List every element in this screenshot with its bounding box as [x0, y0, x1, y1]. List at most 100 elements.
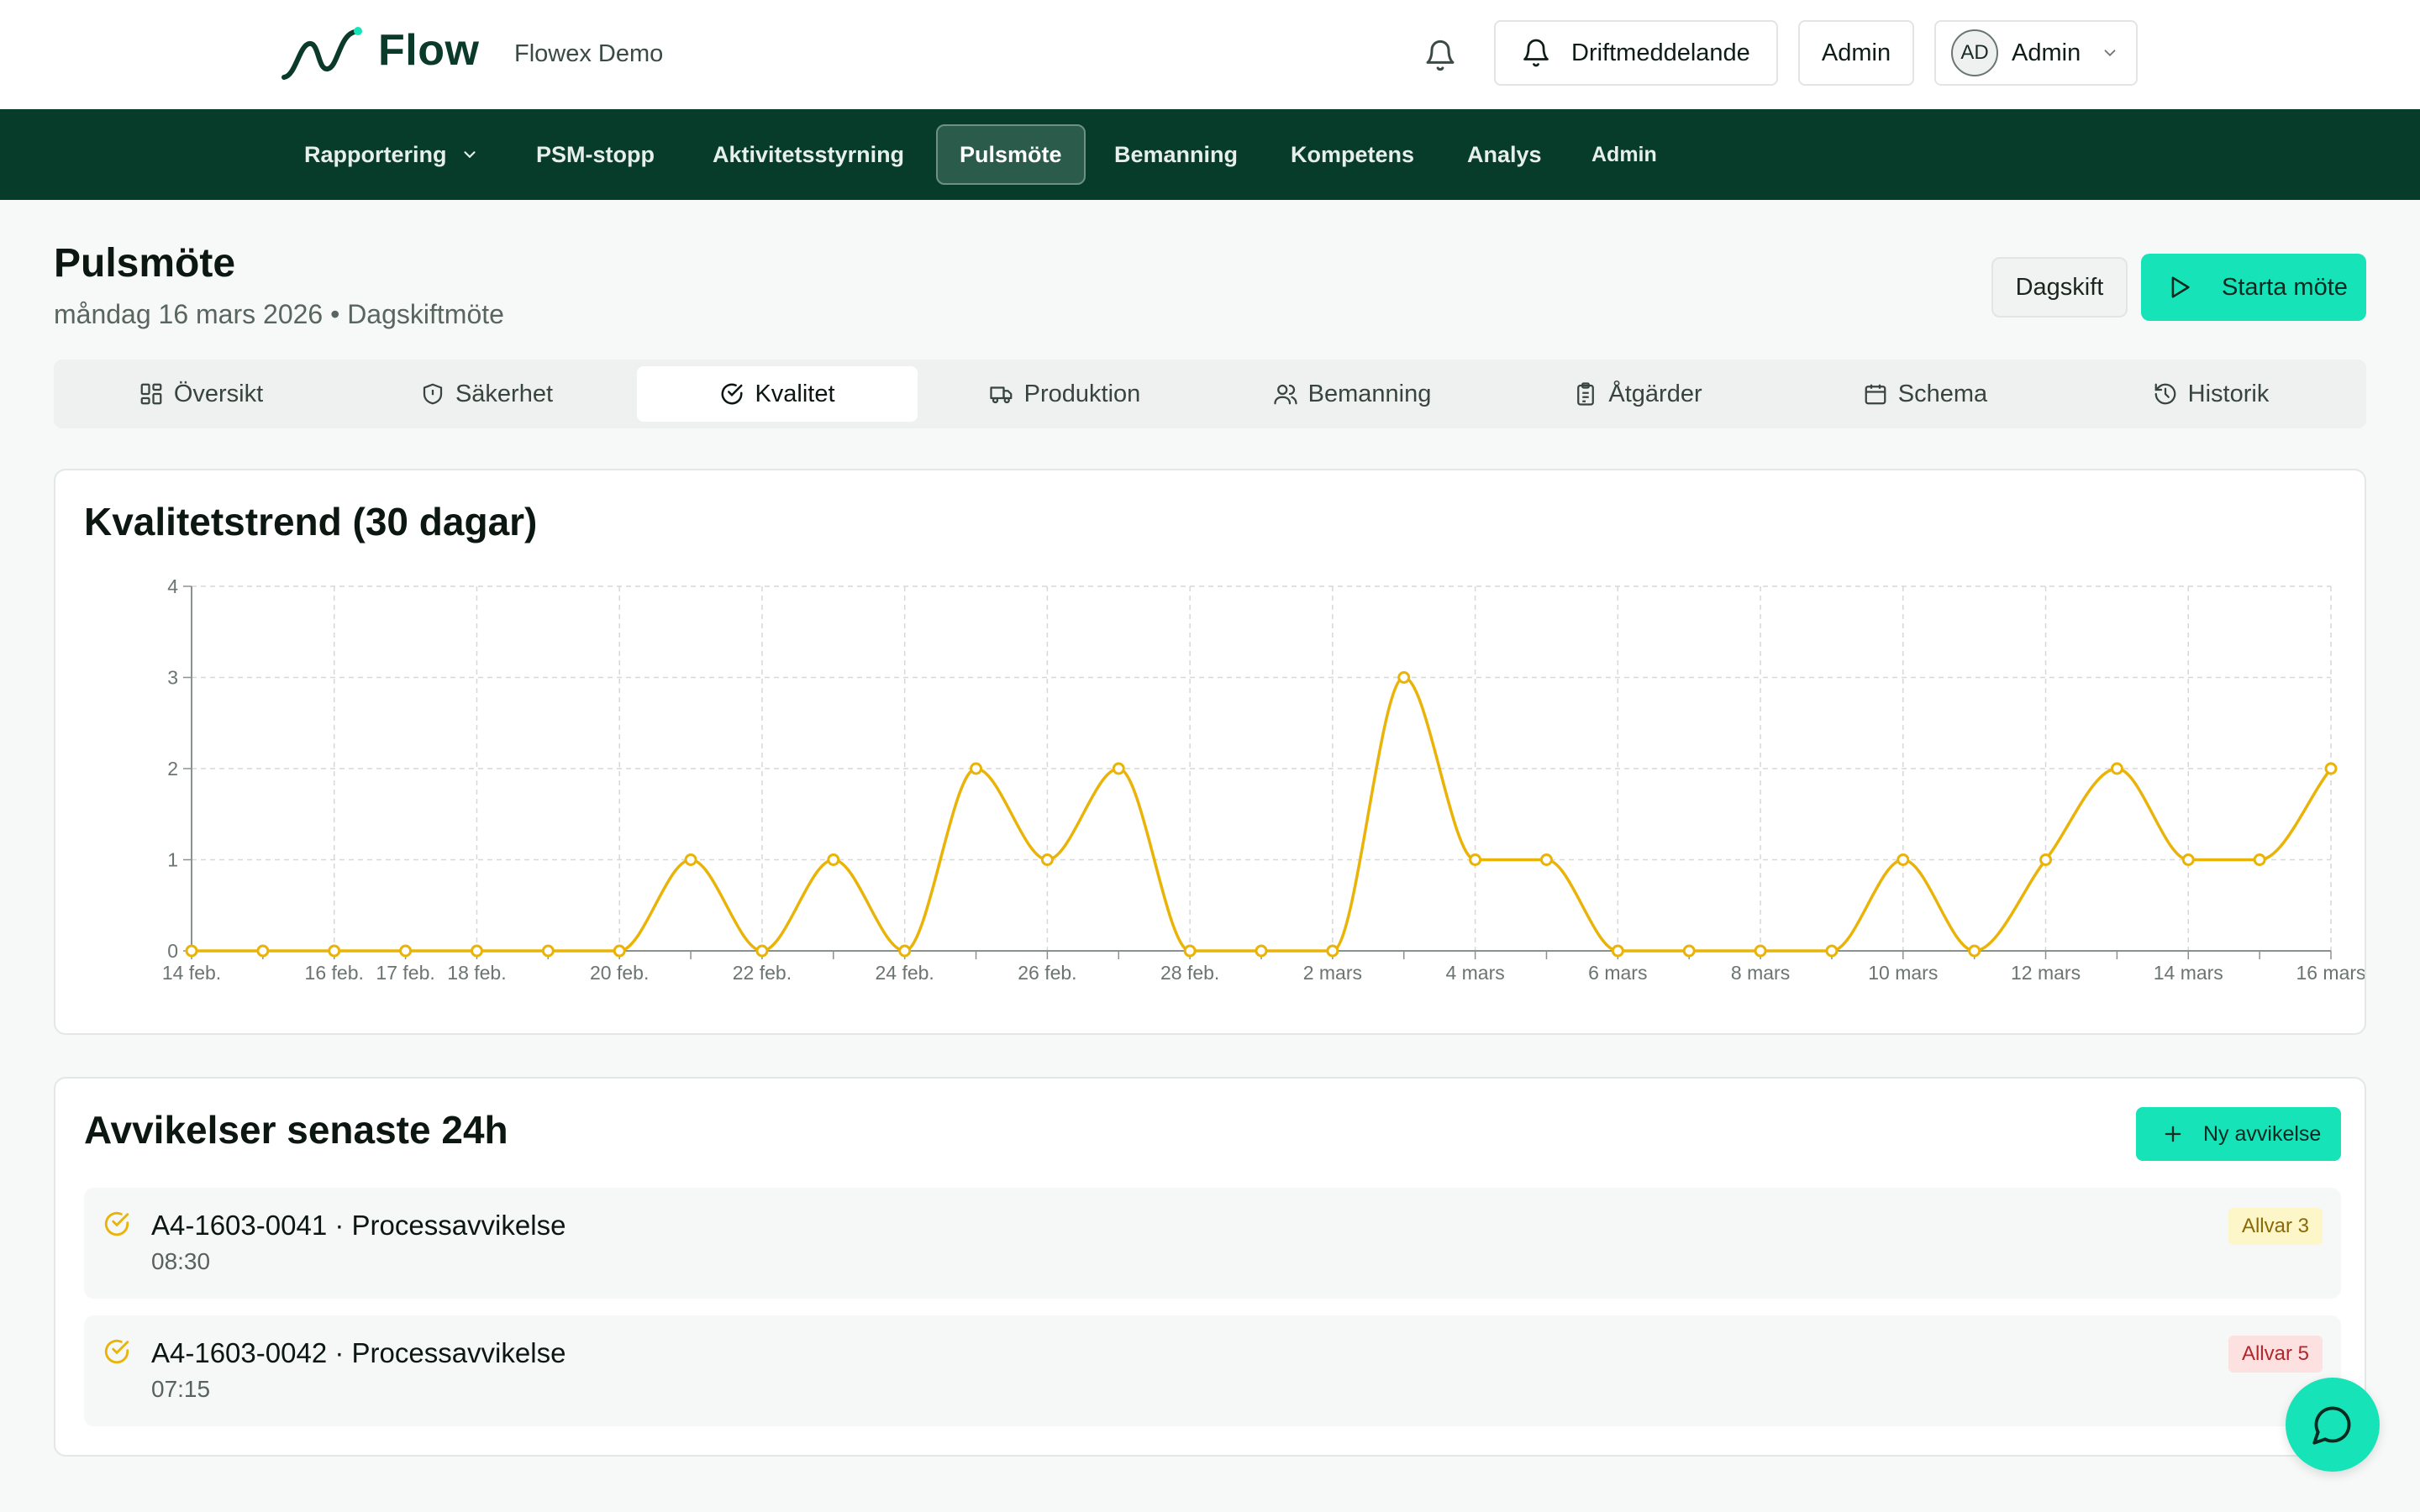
x-tick-label: 20 feb. [590, 962, 649, 984]
tab-label: Schema [1897, 380, 1988, 407]
notifications-bell-icon[interactable] [1423, 39, 1457, 72]
deviations-title: Avvikelser senaste 24h [84, 1108, 508, 1152]
data-point [1397, 671, 1411, 684]
deviation-time: 07:15 [151, 1376, 211, 1402]
severity-badge: Allvar 3 [2228, 1208, 2323, 1245]
nav-item-kompetens[interactable]: Kompetens [1269, 124, 1436, 185]
data-point [970, 762, 983, 775]
chat-button[interactable] [2286, 1378, 2380, 1472]
data-point [1112, 762, 1125, 775]
data-point [2181, 853, 2195, 866]
brand-name[interactable]: Flow [378, 25, 479, 76]
clipboard-list-icon [1577, 382, 1595, 406]
driftmeddelande-button[interactable]: Driftmeddelande [1494, 20, 1778, 86]
data-point [256, 944, 270, 958]
x-tick-label: 16 mars [2296, 962, 2365, 984]
tab-produktion[interactable]: Produktion [924, 366, 1205, 422]
truck-icon [990, 386, 1013, 404]
deviation-title: A4-1603-0041 · Processavvikelse [151, 1210, 566, 1241]
nav-item-bemanning[interactable]: Bemanning [1092, 124, 1260, 185]
play-icon [2171, 276, 2190, 298]
data-point [1183, 944, 1197, 958]
admin-label: Admin [1821, 39, 1891, 66]
data-point [1897, 853, 1910, 866]
tab-oversikt[interactable]: Översikt [60, 366, 341, 422]
check-circle-icon [104, 1339, 129, 1364]
avatar: AD [1951, 29, 1998, 76]
data-point [898, 944, 912, 958]
main-navigation: Rapportering PSM-stopp Aktivitetsstyrnin… [0, 109, 2420, 200]
nav-item-rapportering[interactable]: Rapportering [282, 124, 501, 185]
tab-atgarder[interactable]: Åtgärder [1497, 366, 1778, 422]
x-tick-label: 2 mars [1303, 962, 1362, 984]
tab-label: Produktion [1023, 380, 1141, 407]
plus-icon [2165, 1126, 2181, 1142]
data-point [2110, 762, 2123, 775]
check-circle-icon [721, 383, 743, 405]
x-tick-label: 10 mars [1868, 962, 1938, 984]
tab-kvalitet[interactable]: Kvalitet [637, 366, 918, 422]
user-menu-button[interactable]: AD Admin [1934, 20, 2138, 86]
driftmeddelande-label: Driftmeddelande [1571, 39, 1750, 66]
new-deviation-button[interactable]: Ny avvikelse [2136, 1107, 2341, 1161]
start-meeting-button[interactable]: Starta möte [2141, 254, 2366, 321]
x-tick-label: 6 mars [1588, 962, 1647, 984]
chevron-down-icon [2104, 50, 2116, 57]
nav-item-label: PSM-stopp [536, 141, 655, 167]
new-deviation-label: Ny avvikelse [2203, 1121, 2322, 1146]
data-point [1326, 944, 1339, 958]
nav-item-analys[interactable]: Analys [1445, 124, 1564, 185]
data-point [541, 944, 555, 958]
check-circle-icon [104, 1211, 129, 1236]
tab-sakerhet[interactable]: Säkerhet [346, 366, 627, 422]
data-point [755, 944, 769, 958]
tab-schema[interactable]: Schema [1785, 366, 2065, 422]
flow-logo-icon[interactable] [281, 25, 365, 84]
nav-item-label: Rapportering [304, 141, 447, 167]
tab-label: Historik [2187, 380, 2270, 407]
admin-button[interactable]: Admin [1798, 20, 1914, 86]
page-subtitle: måndag 16 mars 2026 • Dagskiftmöte [54, 299, 504, 329]
x-tick-label: 12 mars [2011, 962, 2081, 984]
data-point [185, 944, 198, 958]
data-point [1968, 944, 1981, 958]
dashboard-grid-icon [140, 383, 162, 405]
nav-item-psm-stopp[interactable]: PSM-stopp [514, 124, 676, 185]
nav-item-admin[interactable]: Admin [1570, 124, 1679, 185]
shift-selector-button[interactable]: Dagskift [1991, 257, 2128, 318]
tab-label: Åtgärder [1608, 380, 1702, 407]
users-icon [1274, 384, 1297, 405]
deviation-title: A4-1603-0042 · Processavvikelse [151, 1337, 566, 1368]
data-point [399, 944, 413, 958]
calendar-icon [1865, 384, 1886, 405]
nav-item-label: Pulsmöte [960, 141, 1062, 167]
tab-bemanning[interactable]: Bemanning [1212, 366, 1492, 422]
tab-label: Säkerhet [455, 380, 554, 407]
nav-item-label: Kompetens [1291, 141, 1415, 167]
organization-name: Flowex Demo [514, 40, 664, 67]
x-tick-label: 24 feb. [875, 962, 934, 984]
user-name: Admin [2012, 39, 2081, 66]
nav-item-label: Admin [1591, 142, 1657, 166]
tab-historik[interactable]: Historik [2070, 366, 2351, 422]
x-tick-label: 26 feb. [1018, 962, 1076, 984]
deviation-row[interactable]: A4-1603-0042 · Processavvikelse 07:15 Al… [84, 1315, 2341, 1426]
x-tick-label: 4 mars [1445, 962, 1504, 984]
x-tick-label: 8 mars [1731, 962, 1790, 984]
x-tick-label: 28 feb. [1160, 962, 1219, 984]
chat-bubble-icon [2312, 1406, 2351, 1445]
bell-icon [1523, 39, 1549, 67]
y-tick-label: 0 [167, 940, 178, 962]
history-icon [2154, 383, 2175, 405]
data-point [827, 853, 840, 866]
nav-item-pulsmote[interactable]: Pulsmöte [936, 124, 1086, 185]
data-point [328, 944, 341, 958]
deviation-row[interactable]: A4-1603-0041 · Processavvikelse 08:30 Al… [84, 1188, 2341, 1299]
data-point [684, 853, 697, 866]
quality-trend-chart: 0 1 2 3 4 14 feb. 16 feb. 17 feb. 18 feb. 20 feb.… [162, 575, 2365, 984]
nav-item-aktivitetsstyrning[interactable]: Aktivitetsstyrning [691, 124, 926, 185]
shield-icon [423, 383, 443, 405]
tab-label: Bemanning [1307, 380, 1432, 407]
data-point [2253, 853, 2266, 866]
data-point [2324, 762, 2338, 775]
